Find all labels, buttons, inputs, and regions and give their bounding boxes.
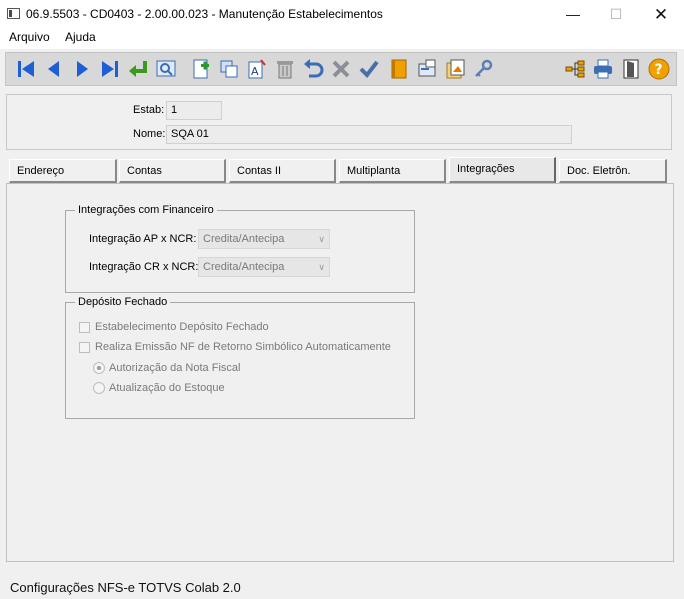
autorizacao-nota-label: Autorização da Nota Fiscal — [109, 362, 241, 374]
deposito-fechado-label: Estabelecimento Depósito Fechado — [95, 321, 269, 333]
autorizacao-nota-radio[interactable] — [93, 362, 105, 374]
hierarchy-icon[interactable] — [564, 58, 586, 80]
chevron-down-icon: ∨ — [318, 234, 325, 244]
last-record-icon[interactable] — [99, 58, 121, 80]
deposito-group — [65, 302, 415, 419]
ap-ncr-select[interactable]: Credita/Antecipa ∨ — [198, 229, 330, 249]
maximize-button[interactable]: ☐ — [593, 0, 639, 29]
integracoes-group — [65, 210, 415, 293]
tab-doc-eletron[interactable]: Doc. Eletrôn. — [559, 159, 667, 183]
help-icon[interactable]: ? — [648, 58, 670, 80]
svg-text:A: A — [251, 65, 259, 78]
print-icon[interactable] — [592, 58, 614, 80]
key-icon[interactable] — [472, 58, 494, 80]
title-bar: 06.9.5503 - CD0403 - 2.00.00.023 - Manut… — [0, 0, 684, 29]
undo-icon[interactable] — [302, 58, 324, 80]
integracoes-legend: Integrações com Financeiro — [75, 204, 217, 216]
next-record-icon[interactable] — [71, 58, 93, 80]
first-record-icon[interactable] — [15, 58, 37, 80]
atualizacao-estoque-label: Atualização do Estoque — [109, 382, 225, 394]
nome-field[interactable]: SQA 01 — [166, 125, 572, 144]
window-title: 06.9.5503 - CD0403 - 2.00.00.023 - Manut… — [26, 7, 383, 21]
menu-ajuda[interactable]: Ajuda — [65, 30, 96, 44]
emissao-nf-retorno-label: Realiza Emissão NF de Retorno Simbólico … — [95, 341, 391, 353]
status-bar: Configurações NFS-e TOTVS Colab 2.0 — [0, 575, 684, 599]
estab-label: Estab: — [133, 104, 165, 116]
tab-integracoes[interactable]: Integrações — [449, 157, 556, 183]
tab-contas-ii[interactable]: Contas II — [229, 159, 336, 183]
tab-multiplanta[interactable]: Multiplanta — [339, 159, 446, 183]
nome-label: Nome: — [133, 128, 166, 140]
tab-endereco[interactable]: Endereço — [9, 159, 117, 183]
cr-ncr-label: Integração CR x NCR: — [89, 261, 199, 273]
ap-ncr-value: Credita/Antecipa — [203, 233, 285, 245]
chevron-down-icon: ∨ — [318, 262, 325, 272]
emissao-nf-retorno-checkbox[interactable] — [79, 342, 90, 353]
book-icon[interactable] — [388, 58, 410, 80]
app-icon — [7, 8, 20, 19]
menu-arquivo[interactable]: Arquivo — [9, 30, 50, 44]
deposito-legend: Depósito Fechado — [75, 296, 171, 308]
add-icon[interactable] — [190, 58, 212, 80]
cr-ncr-value: Credita/Antecipa — [203, 261, 285, 273]
estab-field[interactable]: 1 — [166, 101, 222, 120]
menu-bar: Arquivo Ajuda — [0, 29, 684, 49]
previous-record-icon[interactable] — [43, 58, 65, 80]
status-text: Configurações NFS-e TOTVS Colab 2.0 — [10, 580, 241, 595]
search-icon[interactable] — [155, 58, 177, 80]
cancel-icon[interactable] — [330, 58, 352, 80]
minimize-button[interactable]: — — [550, 0, 596, 29]
svg-text:?: ? — [655, 62, 663, 78]
delete-icon[interactable] — [274, 58, 296, 80]
deposito-fechado-checkbox[interactable] — [79, 322, 90, 333]
screen-icon[interactable] — [416, 58, 438, 80]
cr-ncr-select[interactable]: Credita/Antecipa ∨ — [198, 257, 330, 277]
confirm-icon[interactable] — [358, 58, 380, 80]
go-to-icon[interactable] — [127, 58, 149, 80]
edit-icon[interactable]: A — [246, 58, 268, 80]
atualizacao-estoque-radio[interactable] — [93, 382, 105, 394]
ap-ncr-label: Integração AP x NCR: — [89, 233, 197, 245]
tab-contas[interactable]: Contas — [119, 159, 226, 183]
exit-door-icon[interactable] — [620, 58, 642, 80]
close-button[interactable]: ✕ — [638, 0, 684, 29]
copy-icon[interactable] — [218, 58, 240, 80]
report-icon[interactable] — [444, 58, 466, 80]
toolbar: A ? — [5, 52, 677, 86]
